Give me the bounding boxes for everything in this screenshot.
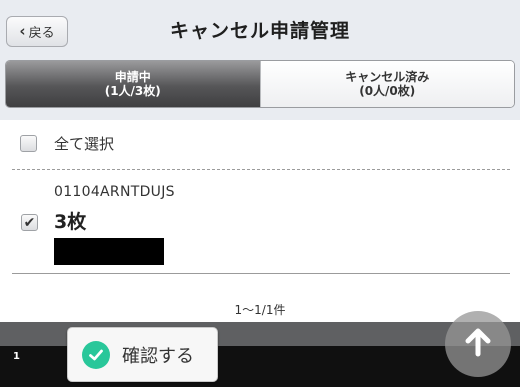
status-tabs: 申請中 (1人/3枚) キャンセル済み (0人/0枚) [5, 60, 515, 108]
divider [12, 169, 510, 170]
divider [12, 273, 510, 274]
item-quantity: 3枚 [54, 211, 87, 233]
select-all-checkbox[interactable] [20, 134, 37, 152]
header: ‹ 戻る キャンセル申請管理 [0, 0, 520, 58]
tab-cancelled-label: キャンセル済み [345, 70, 430, 84]
select-all-label: 全て選択 [54, 134, 115, 153]
arrow-up-icon [461, 325, 495, 363]
item-checkbox[interactable]: ✔ [21, 214, 38, 231]
pagination-info: 1〜1/1件 [234, 303, 286, 317]
select-all-row[interactable]: 全て選択 [20, 133, 114, 153]
tab-pending-count: (1人/3枚) [104, 84, 161, 98]
tab-pending[interactable]: 申請中 (1人/3枚) [6, 61, 260, 107]
tab-pending-label: 申請中 [114, 70, 151, 84]
check-circle-icon [82, 340, 110, 369]
tab-cancelled-count: (0人/0枚) [359, 84, 416, 98]
page-title: キャンセル申請管理 [169, 20, 350, 42]
page: ‹ 戻る キャンセル申請管理 申請中 (1人/3枚) キャンセル済み (0人/0… [0, 0, 520, 387]
redacted-name [54, 238, 164, 265]
page-number: 1 [13, 351, 20, 362]
confirm-button[interactable]: 確認する [67, 327, 218, 382]
item-code: 01104ARNTDUJS [54, 184, 175, 200]
scroll-to-top-button[interactable] [445, 311, 511, 377]
checkmark-icon: ✔ [23, 214, 36, 231]
tab-cancelled[interactable]: キャンセル済み (0人/0枚) [259, 61, 514, 107]
confirm-button-label: 確認する [122, 345, 194, 367]
